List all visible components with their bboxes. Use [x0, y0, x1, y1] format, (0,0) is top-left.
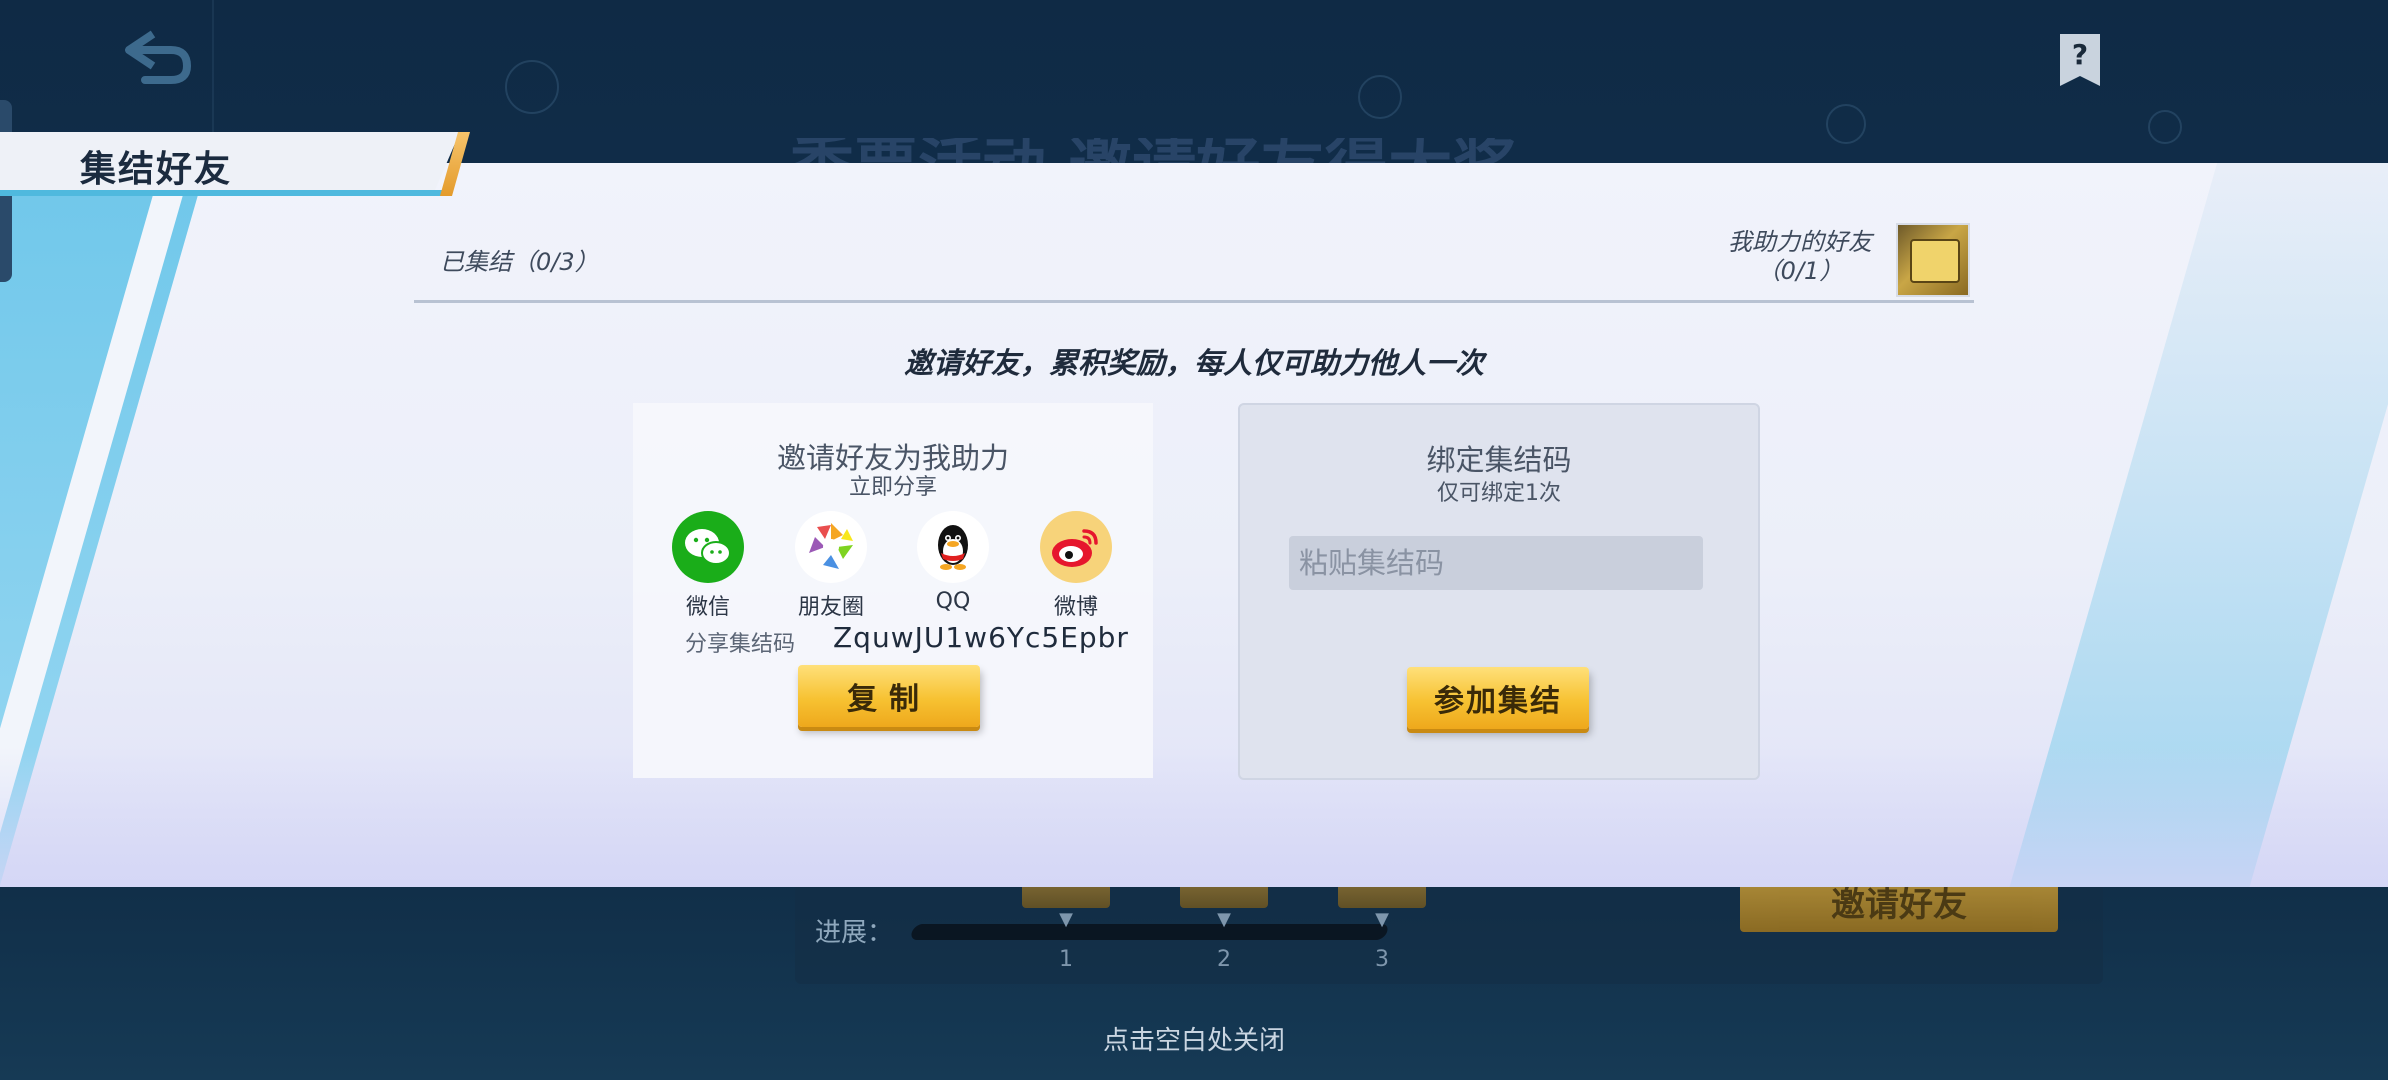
helped-friends-title: 我助力的好友	[1728, 228, 1872, 256]
milestone: ▼ 1	[1042, 906, 1090, 973]
share-wechat-button[interactable]: 微信	[658, 511, 758, 621]
milestone: ▼ 2	[1200, 906, 1248, 973]
background-decoration	[1358, 75, 1402, 119]
modal-title: 集结好友	[80, 149, 233, 190]
back-arrow-icon[interactable]	[115, 28, 195, 88]
qq-icon	[917, 511, 989, 583]
background-decoration	[505, 60, 559, 114]
helped-friends: 我助力的好友 （0/1）	[1700, 228, 1900, 286]
moments-icon	[795, 511, 867, 583]
close-hint[interactable]: 点击空白处关闭	[0, 1020, 2388, 1057]
share-label: 朋友圈	[797, 595, 864, 620]
triangle-down-icon: ▼	[1059, 909, 1073, 930]
gathered-count: 已集结（0/3）	[440, 248, 599, 276]
triangle-down-icon: ▼	[1375, 909, 1389, 930]
share-label: 微博	[1053, 595, 1098, 620]
milestone: ▼ 3	[1358, 906, 1406, 973]
bind-card-subtitle: 仅可绑定1次	[1437, 481, 1561, 506]
weibo-icon	[1040, 511, 1112, 583]
wechat-icon	[672, 511, 744, 583]
invite-card: 邀请好友为我助力 立即分享 微信 朋友圈 QQ 微博 分享集结码 ZquwJU1…	[633, 403, 1153, 778]
milestone-number: 2	[1217, 947, 1231, 972]
copy-button[interactable]: 复制	[798, 665, 980, 727]
share-label: QQ	[935, 589, 971, 614]
gather-code-input[interactable]	[1289, 536, 1703, 590]
help-icon[interactable]: ?	[2058, 32, 2102, 88]
helped-friend-avatar[interactable]	[1896, 223, 1970, 297]
share-weibo-button[interactable]: 微博	[1026, 511, 1126, 621]
invite-card-subtitle: 立即分享	[848, 475, 937, 500]
progress-label: 进展：	[815, 918, 894, 948]
divider	[414, 300, 1974, 303]
milestone-number: 3	[1375, 947, 1389, 972]
bind-card-title: 绑定集结码	[1426, 443, 1572, 477]
triangle-down-icon: ▼	[1217, 909, 1231, 930]
join-gather-button[interactable]: 参加集结	[1407, 667, 1589, 729]
share-label: 微信	[685, 595, 730, 620]
share-code-label: 分享集结码	[685, 632, 796, 657]
reward-chest-icon	[1910, 239, 1960, 283]
invite-rules-text: 邀请好友，累积奖励，每人仅可助力他人一次	[903, 346, 1484, 380]
milestone-number: 1	[1059, 947, 1073, 972]
helped-friends-count: （0/1）	[1756, 257, 1844, 285]
share-moments-button[interactable]: 朋友圈	[781, 511, 881, 621]
svg-text:?: ?	[2072, 38, 2088, 71]
bind-code-card: 绑定集结码 仅可绑定1次 参加集结	[1238, 403, 1760, 780]
decorative-glow	[0, 747, 2388, 887]
gather-friends-modal	[0, 163, 2388, 887]
progress-bar	[909, 924, 1390, 940]
background-decoration	[2148, 110, 2182, 144]
share-qq-button[interactable]: QQ	[903, 511, 1003, 614]
share-code-value: ZquwJU1w6Yc5Epbr	[833, 621, 1129, 654]
background-decoration	[1826, 104, 1866, 144]
